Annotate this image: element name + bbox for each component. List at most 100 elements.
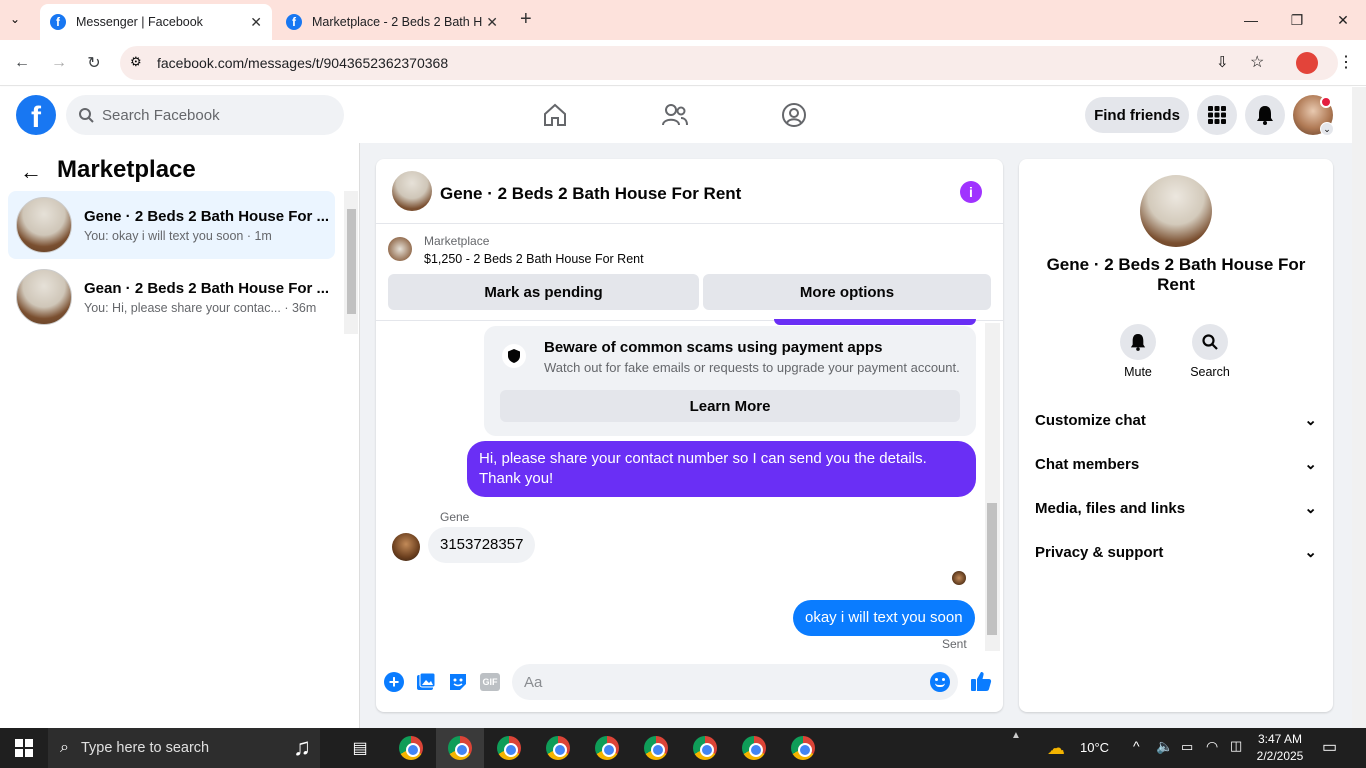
search-placeholder: Search Facebook [102,106,220,124]
search-icon [79,108,94,123]
info-avatar[interactable] [1140,175,1212,247]
friends-icon[interactable] [659,99,691,131]
mute-bell-icon[interactable] [1120,324,1156,360]
home-icon[interactable] [539,99,571,131]
weather-icon[interactable]: ☁ [1047,738,1065,759]
chrome-taskbar-icon[interactable] [583,728,631,768]
sticker-icon[interactable] [448,672,468,692]
chrome-taskbar-icon[interactable] [534,728,582,768]
section-label: Media, files and links [1035,499,1186,517]
back-icon[interactable]: ← [9,50,35,76]
scam-warning-card: Beware of common scams using payment app… [484,326,976,436]
tab-close-icon[interactable]: ✕ [486,14,498,31]
more-options-button[interactable]: More options [703,274,991,310]
chat-scrollbar[interactable] [985,323,1000,651]
browser-tab-bar: ⌄ f Messenger | Facebook ✕ f Marketplace… [0,0,1366,40]
notifications-center-icon[interactable]: ▭ [1322,737,1337,757]
facebook-favicon-icon: f [50,14,66,30]
customize-chat-section[interactable]: Customize chat ⌄ [1035,402,1317,438]
listing-source: Marketplace [424,234,490,248]
outgoing-message[interactable]: okay i will text you soon [793,600,975,636]
gif-icon[interactable]: GIF [480,673,500,691]
chevron-down-icon: ⌄ [1304,456,1317,473]
menu-grid-icon[interactable] [1197,95,1237,135]
chrome-taskbar-icon[interactable] [485,728,533,768]
facebook-logo-icon[interactable]: f [16,95,56,135]
plus-icon[interactable]: + [384,672,404,692]
search-label: Search [1190,365,1230,379]
browser-menu-icon[interactable]: ⋮ [1338,52,1354,72]
conversation-item[interactable]: Gene · 2 Beds 2 Bath House For ... You: … [8,191,335,259]
search-icon: ⌕ [60,739,69,756]
battery-icon[interactable]: ▭ [1181,739,1193,755]
scam-title: Beware of common scams using payment app… [544,339,883,356]
info-icon[interactable]: i [960,181,982,203]
message-input[interactable]: Aa [512,664,958,700]
scroll-up-icon[interactable]: ▲ [1011,730,1021,741]
chrome-taskbar-icon[interactable] [436,728,484,768]
thumbs-up-icon[interactable] [970,670,992,692]
chat-avatar[interactable] [392,171,432,211]
chrome-taskbar-icon[interactable] [387,728,435,768]
learn-more-button[interactable]: Learn More [500,390,960,422]
back-arrow-icon[interactable]: ← [20,159,42,185]
chrome-taskbar-icon[interactable] [632,728,680,768]
chat-title[interactable]: Gene · 2 Beds 2 Bath House For Rent [440,184,741,204]
privacy-support-section[interactable]: Privacy & support ⌄ [1035,534,1317,570]
volume-icon[interactable]: 🔈 [1156,738,1173,755]
reload-icon[interactable]: ↻ [81,50,107,76]
task-view-icon[interactable]: ▤ [336,728,384,768]
mark-as-pending-button[interactable]: Mark as pending [388,274,699,310]
install-app-icon[interactable]: ⇩ [1216,53,1229,71]
camera-icon[interactable]: ◫ [1230,738,1242,754]
section-label: Chat members [1035,455,1140,473]
emoji-icon[interactable] [930,672,950,692]
info-name: Gene · 2 Beds 2 Bath House For Rent [1046,255,1306,294]
taskbar-search-placeholder: Type here to search [80,740,210,756]
clock-time[interactable]: 3:47 AM [1250,732,1310,746]
photo-icon[interactable] [416,672,436,692]
restore-icon[interactable]: ❐ [1274,0,1320,40]
windows-start-icon[interactable] [0,728,48,768]
tab-messenger[interactable]: f Messenger | Facebook ✕ [40,4,272,40]
chrome-taskbar-icon[interactable] [681,728,729,768]
find-friends-button[interactable]: Find friends [1085,97,1189,133]
sender-avatar[interactable] [392,533,420,561]
close-window-icon[interactable]: ✕ [1320,0,1366,40]
chevron-down-icon: ⌄ [1304,412,1317,429]
scrollbar-thumb[interactable] [347,209,356,314]
browser-toolbar: ← → ↻ ⚙ facebook.com/messages/t/90436523… [0,40,1366,86]
chrome-taskbar-icon[interactable] [730,728,778,768]
search-icon[interactable] [1192,324,1228,360]
outgoing-message[interactable]: Hi, please share your contact number so … [467,441,976,497]
tab-search-chevron-icon[interactable]: ⌄ [10,12,20,26]
forward-icon[interactable]: → [46,50,72,76]
list-scrollbar[interactable] [344,191,358,334]
notifications-bell-icon[interactable] [1245,95,1285,135]
address-bar[interactable]: ⚙ facebook.com/messages/t/90436523623703… [120,46,1338,80]
clock-date[interactable]: 2/2/2025 [1250,749,1310,763]
chat-info-panel: Gene · 2 Beds 2 Bath House For Rent Mute… [1019,159,1333,712]
account-chevron-icon[interactable]: ⌄ [1320,122,1334,136]
minimize-icon[interactable]: — [1228,0,1274,40]
scrollbar-thumb[interactable] [987,503,997,635]
groups-icon[interactable] [778,99,810,131]
conversation-item[interactable]: Gean · 2 Beds 2 Bath House For ... You: … [8,263,335,331]
bookmark-star-icon[interactable]: ☆ [1250,52,1264,72]
chat-members-section[interactable]: Chat members ⌄ [1035,446,1317,482]
weather-temp[interactable]: 10°C [1080,740,1109,755]
facebook-search-input[interactable]: Search Facebook [66,95,344,135]
media-files-links-section[interactable]: Media, files and links ⌄ [1035,490,1317,526]
show-hidden-icons-icon[interactable]: ^ [1133,738,1140,754]
incoming-message[interactable]: 3153728357 [428,527,536,563]
page-scrollbar[interactable] [1352,87,1366,728]
wifi-icon[interactable]: ◠ [1206,738,1218,755]
site-info-icon[interactable]: ⚙ [130,54,142,70]
tab-marketplace[interactable]: f Marketplace - 2 Beds 2 Bath Ho ✕ [276,4,508,40]
new-tab-button[interactable]: + [520,8,532,31]
chrome-taskbar-icon[interactable] [779,728,827,768]
listing-title[interactable]: $1,250 - 2 Beds 2 Bath House For Rent [424,252,644,266]
profile-icon[interactable] [1296,52,1318,74]
panel-title: Marketplace [57,156,196,183]
tab-close-icon[interactable]: ✕ [250,14,262,31]
